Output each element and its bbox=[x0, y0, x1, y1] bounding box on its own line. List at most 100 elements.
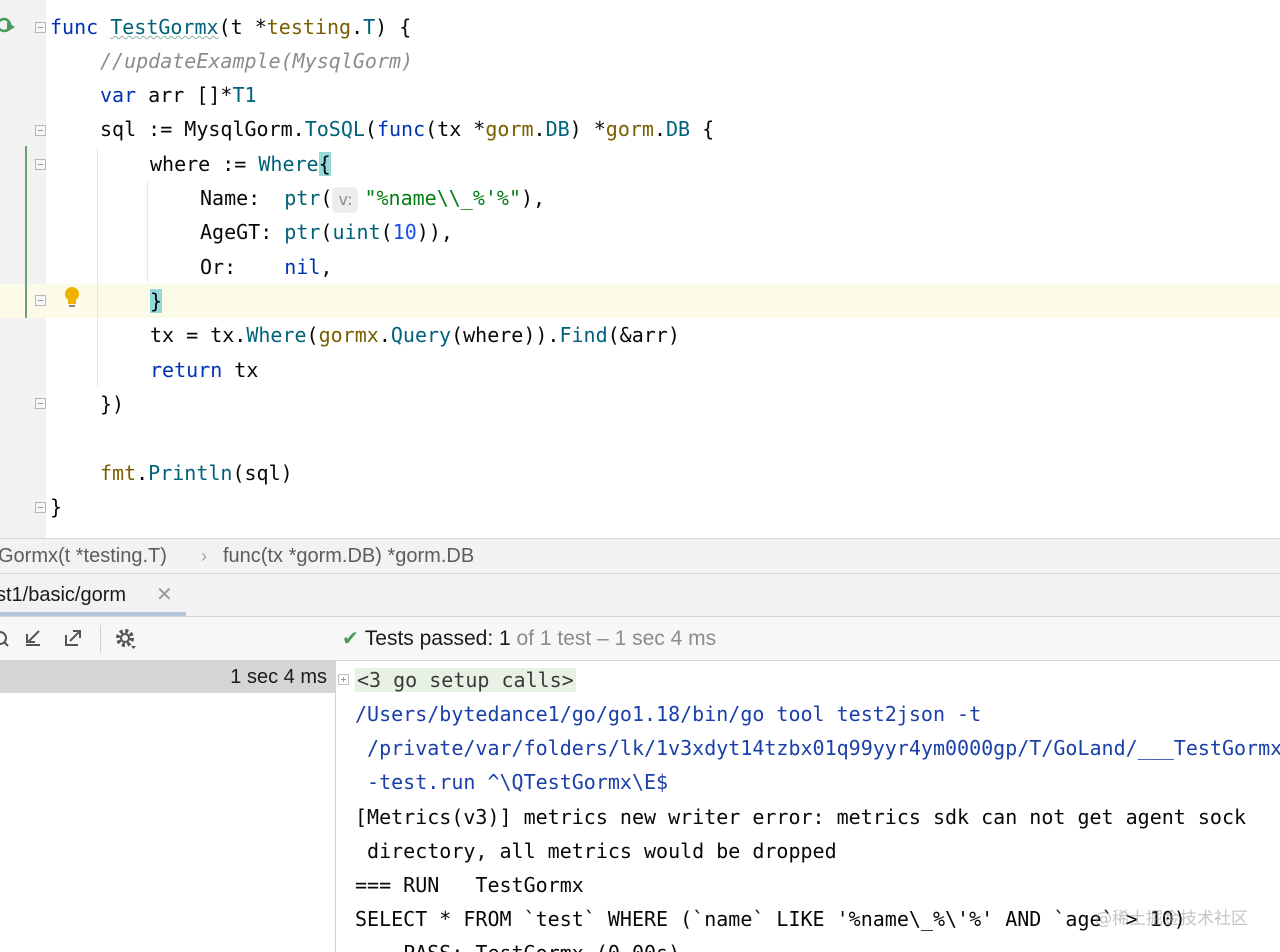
code-token: Find bbox=[559, 323, 608, 347]
current-line-highlight bbox=[0, 284, 1280, 318]
code-line-8[interactable]: Or: nil, bbox=[200, 250, 332, 284]
code-token: (&arr) bbox=[607, 323, 680, 347]
code-token: func bbox=[50, 15, 99, 39]
code-token: . bbox=[136, 461, 149, 485]
code-token: gorm bbox=[485, 117, 534, 141]
code-line-9[interactable]: } bbox=[150, 284, 163, 318]
code-editor[interactable]: func TestGormx(t *testing.T) { //updateE… bbox=[0, 0, 1280, 538]
fold-marker[interactable] bbox=[35, 159, 46, 170]
code-line-14[interactable]: } bbox=[50, 490, 62, 524]
code-line-10[interactable]: tx = tx.Where(gormx.Query(where)).Find(&… bbox=[150, 318, 680, 352]
tests-summary: of 1 test – 1 sec 4 ms bbox=[510, 627, 717, 650]
code-line-1[interactable]: func TestGormx(t *testing.T) { bbox=[50, 10, 411, 44]
code-line-4[interactable]: sql := MysqlGorm.ToSQL(func(tx *gorm.DB)… bbox=[100, 112, 714, 146]
console-line: === RUN TestGormx bbox=[355, 873, 584, 897]
collapse-all-icon[interactable] bbox=[22, 627, 44, 649]
code-token: var bbox=[100, 83, 137, 107]
code-token: ), bbox=[521, 186, 546, 210]
test-tree-row[interactable]: 1 sec 4 ms bbox=[0, 661, 335, 693]
code-token: Println bbox=[148, 461, 233, 485]
code-comment: //updateExample(MysqlGorm) bbox=[100, 49, 414, 73]
code-line-5[interactable]: where := Where{ bbox=[150, 147, 331, 181]
breadcrumb-separator: › bbox=[201, 546, 207, 566]
expand-icon[interactable] bbox=[338, 674, 349, 685]
code-token: ptr bbox=[284, 220, 321, 244]
code-token: . bbox=[351, 15, 364, 39]
run-tab-label: st1/basic/gorm bbox=[0, 584, 127, 606]
code-token: where := bbox=[150, 152, 259, 176]
code-token: AgeGT: bbox=[200, 220, 285, 244]
matched-brace: { bbox=[318, 152, 331, 176]
run-config-tab[interactable]: st1/basic/gorm ✕ bbox=[0, 574, 186, 616]
code-line-6[interactable]: Name: ptr(v: "%name\\_%'%"), bbox=[200, 181, 545, 215]
code-token: . bbox=[653, 117, 667, 141]
code-token: ) { bbox=[375, 15, 412, 39]
run-test-icon[interactable] bbox=[0, 14, 18, 40]
run-tab-bar: st1/basic/gorm ✕ bbox=[0, 574, 1280, 617]
console-line: -test.run ^\QTestGormx\E$ bbox=[355, 770, 669, 794]
code-token: . bbox=[533, 117, 546, 141]
code-token: nil bbox=[284, 255, 321, 279]
code-token: ( bbox=[306, 323, 319, 347]
check-icon: ✔ bbox=[342, 628, 359, 650]
code-token: . bbox=[378, 323, 391, 347]
code-token: , bbox=[320, 255, 333, 279]
code-line-12[interactable]: }) bbox=[100, 387, 124, 421]
code-token: ) * bbox=[569, 117, 606, 141]
code-token: tx bbox=[222, 358, 259, 382]
intention-bulb-icon[interactable] bbox=[62, 286, 82, 310]
code-number: 10 bbox=[392, 220, 417, 244]
code-token: Query bbox=[390, 323, 452, 347]
console-line: --- PASS: TestGormx (0.00s) bbox=[355, 936, 680, 952]
breadcrumb-item-closure[interactable]: func(tx *gorm.DB) *gorm.DB bbox=[223, 539, 474, 573]
parameter-hint: v: bbox=[332, 186, 359, 213]
code-line-2[interactable]: //updateExample(MysqlGorm) bbox=[100, 44, 413, 78]
console-line: /Users/bytedance1/go/go1.18/bin/go tool … bbox=[355, 702, 982, 726]
code-line-11[interactable]: return tx bbox=[150, 353, 258, 387]
fold-marker[interactable] bbox=[35, 125, 46, 136]
code-token: TestGormx bbox=[110, 15, 219, 39]
console-line: directory, all metrics would be dropped bbox=[355, 839, 837, 863]
indent-guide bbox=[147, 182, 148, 282]
fold-marker[interactable] bbox=[35, 295, 46, 306]
code-token: T bbox=[363, 15, 376, 39]
code-token: )), bbox=[416, 220, 453, 244]
code-token: gormx bbox=[318, 323, 379, 347]
indent-guide bbox=[97, 148, 98, 386]
code-token: }) bbox=[100, 392, 125, 416]
code-line-3[interactable]: var arr []*T1 bbox=[100, 78, 257, 112]
vcs-change-marker[interactable] bbox=[25, 146, 27, 318]
console-line: [Metrics(v3)] metrics new writer error: … bbox=[355, 805, 1247, 829]
rerun-icon[interactable] bbox=[0, 627, 14, 649]
test-tree[interactable]: 1 sec 4 ms bbox=[0, 661, 336, 952]
editor-gutter[interactable] bbox=[0, 0, 46, 538]
breadcrumb-item-function[interactable]: Gormx(t *testing.T) bbox=[0, 539, 167, 573]
console-line: SELECT * FROM `test` WHERE (`name` LIKE … bbox=[355, 907, 1186, 931]
matched-brace: } bbox=[150, 289, 163, 313]
code-token: fmt bbox=[100, 461, 137, 485]
code-token: uint bbox=[332, 220, 381, 244]
code-token: T1 bbox=[232, 83, 257, 107]
test-status: ✔ Tests passed: 1 of 1 test – 1 sec 4 ms bbox=[342, 617, 716, 660]
fold-marker[interactable] bbox=[35, 502, 46, 513]
gear-icon[interactable] bbox=[114, 627, 136, 649]
code-token: ( bbox=[380, 220, 393, 244]
console-line: /private/var/folders/lk/1v3xdyt14tzbx01q… bbox=[355, 736, 1280, 760]
code-token: { bbox=[690, 117, 715, 141]
export-icon[interactable] bbox=[62, 627, 84, 649]
code-token: } bbox=[50, 495, 63, 519]
fold-marker[interactable] bbox=[35, 398, 46, 409]
code-token: (sql) bbox=[232, 461, 293, 485]
code-token: sql := MysqlGorm. bbox=[100, 117, 305, 141]
code-line-7[interactable]: AgeGT: ptr(uint(10)), bbox=[200, 215, 453, 249]
code-line-13[interactable]: fmt.Println(sql) bbox=[100, 456, 293, 490]
code-token: (t * bbox=[218, 15, 267, 39]
setup-calls-fold[interactable]: <3 go setup calls> bbox=[355, 668, 576, 692]
console-line: <3 go setup calls> bbox=[355, 663, 576, 697]
code-token: Name: bbox=[200, 186, 285, 210]
code-token: Or: bbox=[200, 255, 285, 279]
code-token: tx = tx. bbox=[150, 323, 247, 347]
fold-marker[interactable] bbox=[35, 22, 46, 33]
close-icon[interactable]: ✕ bbox=[156, 574, 173, 616]
code-token: func bbox=[376, 117, 426, 141]
